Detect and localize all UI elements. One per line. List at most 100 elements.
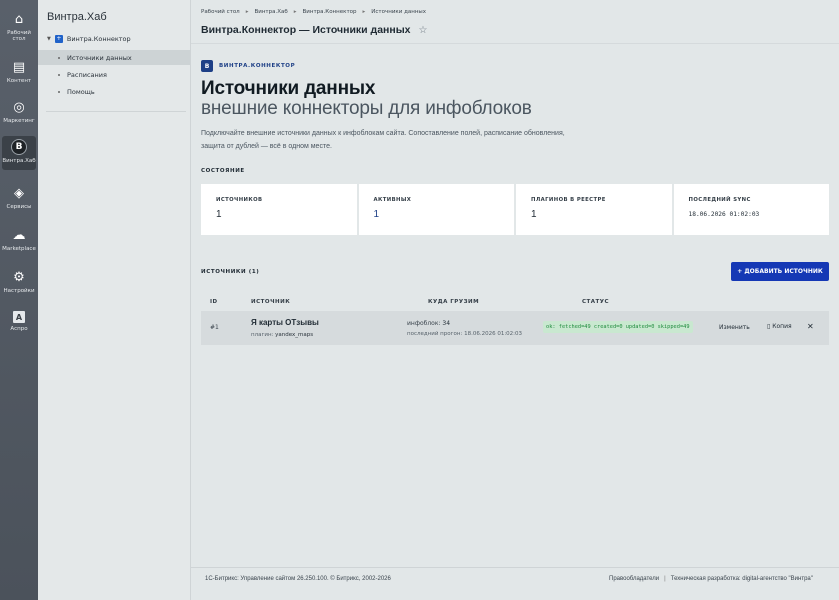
target-icon: ◎ bbox=[13, 99, 25, 115]
table-row: #1 Я карты ОТзывы плагин: yandex_maps ин… bbox=[201, 311, 829, 345]
brand: В ВИНТРА.КОННЕКТОР bbox=[201, 60, 295, 72]
footer-developer: Техническая разработка: digital-агентств… bbox=[670, 576, 813, 582]
triangle-down-icon[interactable]: ▼ bbox=[47, 36, 51, 42]
menu-item-data-sources[interactable]: Источники данных bbox=[38, 50, 190, 65]
copy-button[interactable]: ▯ Копия bbox=[767, 323, 792, 330]
header-divider bbox=[191, 43, 839, 44]
rail-item-settings[interactable]: ⚙ Настройки bbox=[2, 266, 36, 302]
breadcrumb-item-current: Источники данных bbox=[371, 9, 427, 15]
state-label: СОСТОЯНИЕ bbox=[201, 168, 245, 174]
stats-panel: ИСТОЧНИКОВ 1 АКТИВНЫХ 1 ПЛАГИНОВ В РЕЕСТ… bbox=[201, 184, 829, 235]
rail-label: Контент bbox=[6, 78, 32, 84]
footer-copyright: 1С-Битрикс: Управление сайтом 26.250.100… bbox=[205, 576, 391, 582]
footer-links: Правообладатели | Техническая разработка: … bbox=[609, 576, 813, 582]
menu-root-label: Винтра.Коннектор bbox=[66, 35, 131, 43]
row-iblock: инфоблок: 34 bbox=[407, 320, 450, 327]
vintra-logo-icon: В bbox=[201, 60, 213, 72]
iblock-label: инфоблок: bbox=[407, 320, 441, 327]
rail-label: Marketplace bbox=[2, 246, 36, 252]
document-icon: ▤ bbox=[12, 59, 26, 75]
layers-icon: ◈ bbox=[14, 185, 24, 201]
rail-item-aspro[interactable]: A Aспро bbox=[2, 308, 36, 344]
stat-value: 18.06.2026 01:02:03 bbox=[688, 211, 760, 218]
table-header: ID ИСТОЧНИК КУДА ГРУЗИМ СТАТУС bbox=[201, 295, 829, 309]
rail-label: Рабочий стол bbox=[7, 30, 31, 42]
bullet-icon bbox=[58, 73, 60, 76]
column-header-target: КУДА ГРУЗИМ bbox=[428, 299, 480, 305]
hero-title: Источники данных bbox=[201, 78, 376, 99]
cloud-download-icon: ☁ bbox=[12, 227, 26, 243]
footer-separator: | bbox=[664, 576, 666, 582]
copy-label: Копия bbox=[772, 323, 792, 330]
brand-name: ВИНТРА.КОННЕКТОР bbox=[219, 63, 296, 69]
row-last-run: последний прогон: 18.06.2026 01:02:03 bbox=[407, 331, 523, 337]
stat-value: 1 bbox=[531, 209, 537, 220]
bullet-icon bbox=[58, 56, 60, 59]
rail-item-services[interactable]: ◈ Сервисы bbox=[2, 182, 36, 218]
row-plugin: плагин: yandex_maps bbox=[251, 332, 313, 338]
stat-key: ИСТОЧНИКОВ bbox=[216, 197, 263, 203]
vintra-logo-icon: В bbox=[11, 139, 27, 155]
menu-title: Винтра.Хаб bbox=[47, 11, 107, 23]
rail-label: Маркетинг bbox=[3, 118, 35, 124]
main-content: Рабочий стол ▸ Винтра.Хаб ▸ Винтра.Коннект… bbox=[191, 0, 839, 600]
rail-label: Винтра.Хаб bbox=[2, 158, 36, 164]
stat-key: ПЛАГИНОВ В РЕЕСТРЕ bbox=[531, 197, 606, 203]
delete-icon[interactable]: ✕ bbox=[807, 322, 814, 331]
sources-label: ИСТОЧНИКИ (1) bbox=[201, 269, 260, 275]
row-id: #1 bbox=[210, 324, 219, 331]
rail-label: Aспро bbox=[10, 326, 28, 332]
plus-square-icon: + bbox=[54, 35, 63, 43]
hero-description: Подключайте внешние источники данных к и… bbox=[201, 130, 565, 150]
rail-label: Сервисы bbox=[6, 204, 32, 210]
iblock-value: 34 bbox=[442, 320, 451, 327]
rail-item-content[interactable]: ▤ Контент bbox=[2, 56, 36, 92]
plugin-value: yandex_maps bbox=[275, 332, 314, 338]
stat-value: 1 bbox=[373, 209, 380, 220]
left-rail: ⌂ Рабочий стол ▤ Контент ◎ Маркетинг В В… bbox=[0, 0, 38, 600]
stat-key: ПОСЛЕДНИЙ SYNC bbox=[688, 197, 751, 203]
column-header-status: СТАТУС bbox=[582, 299, 610, 305]
rail-item-vintra-hub[interactable]: В Винтра.Хаб bbox=[2, 136, 36, 170]
menu-item-label: Источники данных bbox=[67, 53, 132, 62]
section-menu: Винтра.Хаб ▼ + Винтра.Коннектор Источник… bbox=[38, 0, 191, 600]
breadcrumb-item[interactable]: Рабочий стол bbox=[201, 9, 240, 15]
menu-item-help[interactable]: Помощь bbox=[38, 84, 190, 99]
row-source-name[interactable]: Я карты ОТзывы bbox=[251, 318, 319, 327]
edit-button[interactable]: Изменить bbox=[719, 324, 750, 331]
star-icon[interactable]: ☆ bbox=[419, 25, 428, 36]
menu-item-label: Помощь bbox=[67, 87, 95, 96]
gear-icon: ⚙ bbox=[13, 269, 25, 285]
menu-divider bbox=[46, 111, 186, 112]
aspro-icon: A bbox=[13, 311, 25, 323]
stat-active: АКТИВНЫХ 1 bbox=[358, 184, 514, 235]
rail-label: Настройки bbox=[3, 288, 35, 294]
stat-key: АКТИВНЫХ bbox=[373, 197, 412, 203]
rail-item-marketing[interactable]: ◎ Маркетинг bbox=[2, 96, 36, 132]
column-header-source: ИСТОЧНИК bbox=[251, 299, 291, 305]
rail-item-desktop[interactable]: ⌂ Рабочий стол bbox=[2, 8, 36, 44]
stat-value: 1 bbox=[216, 209, 222, 220]
menu-item-label: Расписания bbox=[67, 70, 107, 79]
status-badge: ok: fetched=49 created=0 updated=0 skipp… bbox=[543, 321, 693, 333]
breadcrumb-item[interactable]: Винтра.Хаб bbox=[254, 9, 287, 15]
stat-sources: ИСТОЧНИКОВ 1 bbox=[201, 184, 357, 235]
footer-link-rightholders[interactable]: Правообладатели bbox=[609, 576, 659, 582]
bullet-icon bbox=[58, 90, 60, 93]
breadcrumb-item[interactable]: Винтра.Коннектор bbox=[303, 9, 357, 15]
stat-last-sync: ПОСЛЕДНИЙ SYNC 18.06.2026 01:02:03 bbox=[673, 184, 829, 235]
column-header-id: ID bbox=[210, 299, 218, 305]
menu-root-vintra-connector[interactable]: ▼ + Винтра.Коннектор bbox=[47, 35, 131, 43]
plugin-label: плагин: bbox=[251, 332, 274, 338]
page-title-text: Винтра.Коннектор — Источники данных bbox=[201, 24, 411, 36]
menu-item-schedules[interactable]: Расписания bbox=[38, 67, 190, 82]
home-icon: ⌂ bbox=[14, 11, 24, 27]
breadcrumb: Рабочий стол ▸ Винтра.Хаб ▸ Винтра.Коннект… bbox=[201, 9, 427, 15]
copy-icon: ▯ bbox=[767, 323, 771, 330]
footer-divider bbox=[191, 567, 839, 568]
rail-item-marketplace[interactable]: ☁ Marketplace bbox=[2, 224, 36, 260]
hero-subtitle: внешние коннекторы для инфоблоков bbox=[201, 98, 532, 119]
page-title: Винтра.Коннектор — Источники данных ☆ bbox=[201, 24, 428, 36]
add-source-button[interactable]: + ДОБАВИТЬ ИСТОЧНИК bbox=[731, 262, 829, 281]
stat-plugins: ПЛАГИНОВ В РЕЕСТРЕ 1 bbox=[516, 184, 672, 235]
